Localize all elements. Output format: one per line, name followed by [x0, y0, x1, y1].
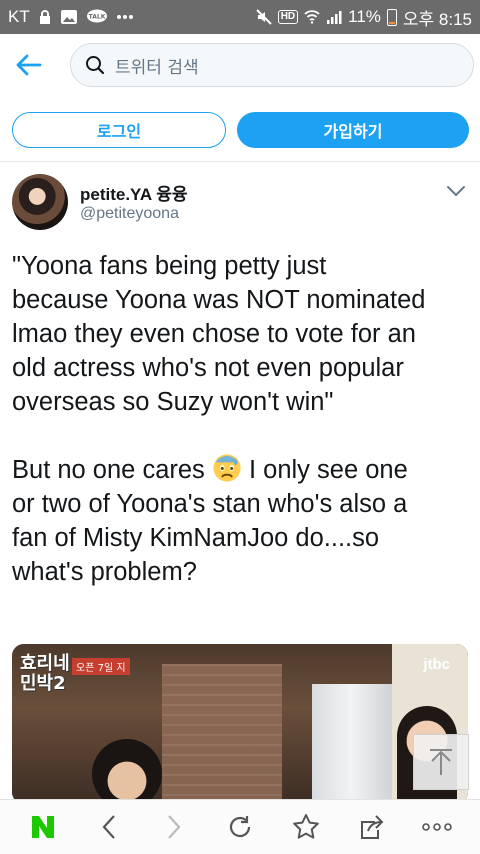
tweet-line: old actress who's not even popular [12, 354, 404, 382]
tweet-text: "Yoona fans being petty just because Yoo… [12, 249, 474, 589]
more-menu-button[interactable] [415, 805, 459, 849]
chevron-down-icon [447, 186, 465, 197]
airtime-badge: 오픈 7일 지 [72, 658, 130, 675]
back-nav-button[interactable] [87, 805, 131, 849]
tweet-text-segment: But no one cares [12, 456, 212, 484]
share-icon [361, 815, 384, 839]
more-dots-icon [422, 823, 452, 831]
talk-icon: TALK [86, 9, 108, 25]
battery-icon [386, 8, 397, 26]
naver-logo-icon [31, 816, 54, 838]
broadcaster-logo: jtbc [423, 656, 450, 673]
chevron-right-icon [168, 815, 181, 839]
tweet: petite.YA 융융 @petiteyoona "Yoona fans be… [0, 163, 480, 804]
signup-button[interactable]: 가입하기 [237, 112, 469, 148]
share-button[interactable] [349, 805, 393, 849]
show-logo-line: 민박2 [20, 673, 66, 694]
tweet-line: or two of Yoona's stan who's also a [12, 490, 408, 518]
bookmark-button[interactable] [284, 805, 328, 849]
anxious-face-with-sweat-icon [213, 454, 241, 482]
clock: 오후 8:15 [402, 9, 472, 29]
tweet-media-image[interactable]: 효리네 민박2 오픈 7일 지 jtbc [12, 644, 468, 804]
svg-text:TALK: TALK [88, 14, 105, 21]
search-placeholder: 트위터 검색 [115, 57, 199, 78]
carrier-label: KT [8, 7, 30, 26]
image-icon [60, 9, 78, 25]
lock-icon [38, 9, 52, 25]
battery-percent: 11% [348, 7, 381, 26]
chevron-left-icon [102, 815, 115, 839]
refresh-icon [229, 816, 251, 838]
browser-bottom-nav [0, 799, 480, 854]
tweet-line: because Yoona was NOT nominated [12, 286, 426, 314]
refresh-button[interactable] [218, 805, 262, 849]
search-input[interactable]: 트위터 검색 [70, 43, 474, 87]
media-fridge [312, 684, 392, 804]
status-bar: KT TALK HD 11% 오후 8:15 [0, 0, 480, 34]
wifi-icon [304, 10, 320, 24]
display-name[interactable]: petite.YA 융융 [80, 180, 188, 205]
tweet-text-segment: I only see one [241, 456, 408, 484]
media-brick-wall [162, 664, 282, 804]
arrow-up-icon [430, 749, 452, 775]
star-icon [292, 814, 319, 839]
avatar[interactable] [12, 174, 68, 230]
tweet-line: overseas so Suzy won't win" [12, 388, 334, 416]
search-icon [85, 55, 105, 75]
media-person [92, 739, 162, 804]
back-arrow-icon [16, 54, 42, 76]
show-logo-line: 효리네 [20, 653, 70, 674]
tweet-line: "Yoona fans being petty just [12, 252, 327, 280]
tweet-menu-button[interactable] [444, 181, 468, 201]
tweet-line: But no one cares I only see one [12, 453, 474, 487]
tweet-line: fan of Misty KimNamJoo do....so [12, 524, 380, 552]
scroll-to-top-button[interactable] [413, 734, 469, 790]
forward-nav-button[interactable] [152, 805, 196, 849]
mute-icon [255, 9, 272, 25]
back-button[interactable] [12, 48, 46, 82]
username[interactable]: @petiteyoona [80, 205, 179, 223]
hd-badge: HD [277, 10, 299, 24]
tweet-line: what's problem? [12, 558, 197, 586]
more-dots-icon [116, 14, 134, 20]
signal-icon [326, 10, 342, 24]
naver-home-button[interactable] [21, 805, 65, 849]
auth-row: 로그인 가입하기 [0, 96, 480, 162]
tweet-line: lmao they even chose to vote for an [12, 320, 416, 348]
search-header: 트위터 검색 [0, 34, 480, 96]
show-logo: 효리네 민박2 [20, 654, 70, 694]
login-button[interactable]: 로그인 [12, 112, 226, 148]
